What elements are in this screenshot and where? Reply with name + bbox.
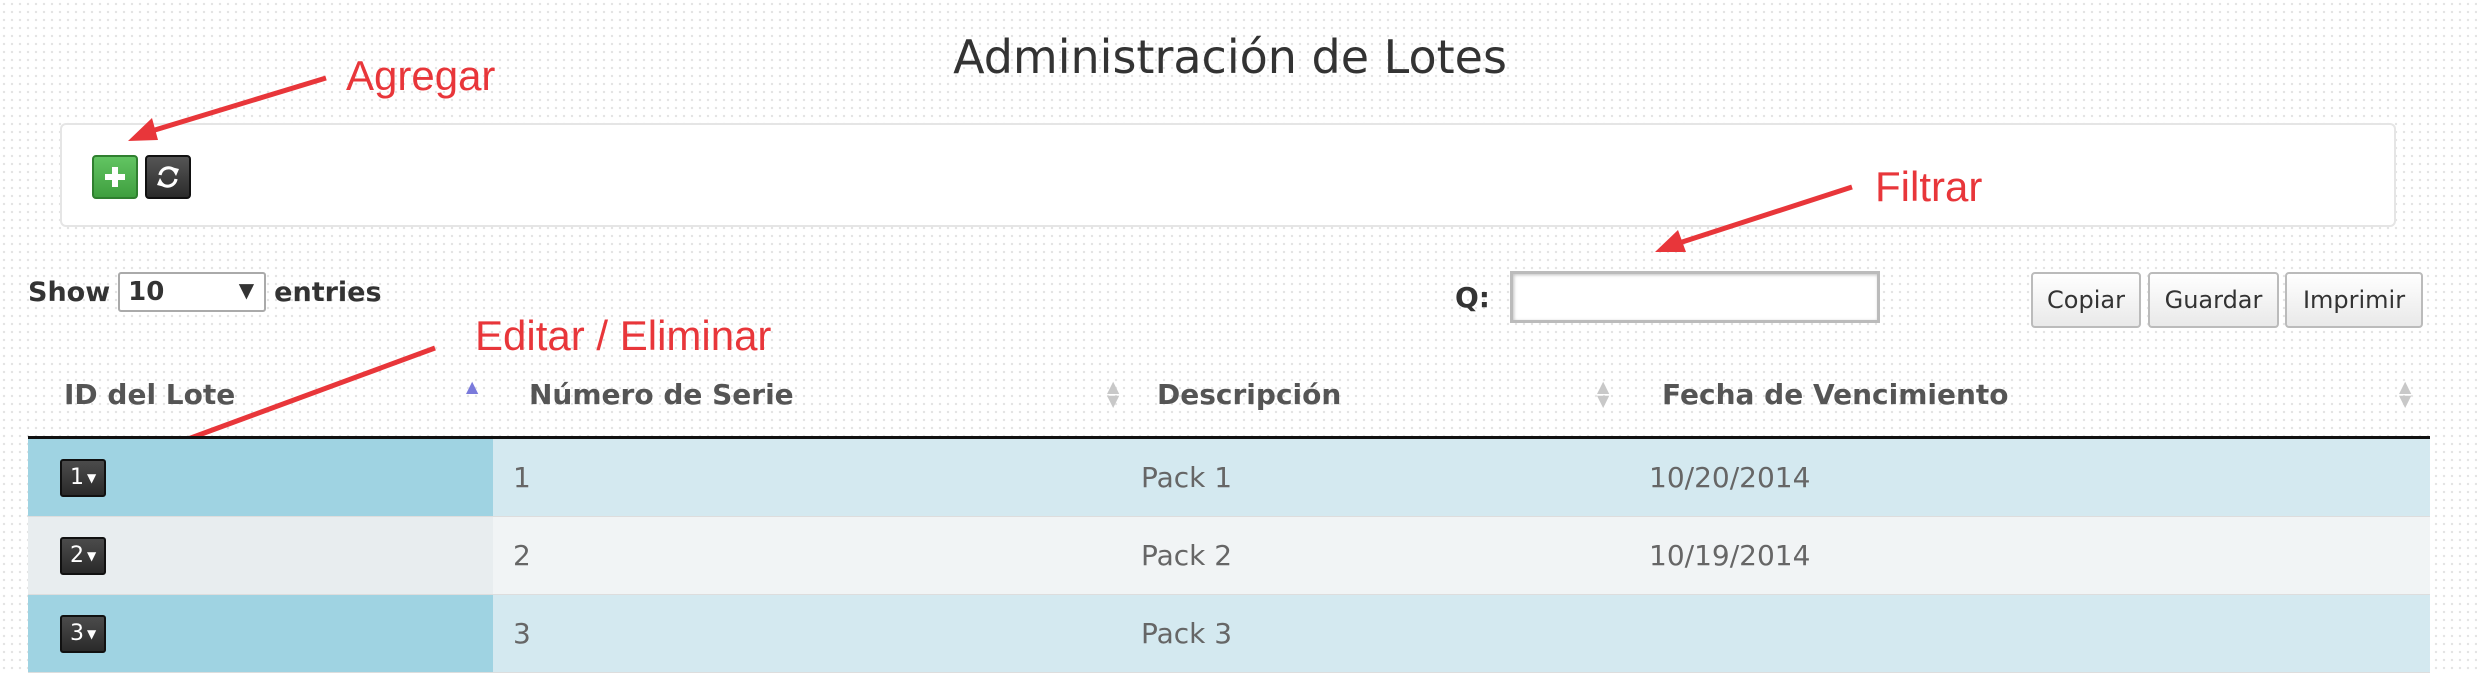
search-input[interactable]: [1510, 271, 1880, 323]
annotation-edit: Editar / Eliminar: [475, 312, 772, 359]
chevron-down-icon: ▼: [238, 278, 255, 302]
caret-down-icon: ▼: [87, 470, 97, 485]
sort-both-icon: ▲ ▼: [2399, 377, 2412, 410]
row-id: 3: [70, 621, 84, 647]
caret-down-icon: ▼: [87, 626, 97, 641]
column-label: Fecha de Vencimiento: [1662, 378, 2009, 411]
toolbar: [60, 123, 2396, 227]
column-label: Descripción: [1157, 378, 1342, 411]
table-row: 1 ▼ 1 Pack 1 10/20/2014: [28, 437, 2430, 517]
cell-id: 2 ▼: [28, 516, 493, 595]
sort-asc-icon: ▲: [466, 377, 479, 396]
descripcion-value: Pack 1: [1141, 461, 1233, 494]
fecha-value: 10/20/2014: [1649, 461, 1811, 494]
annotation-filter: Filtrar: [1875, 163, 1983, 210]
refresh-icon: [157, 166, 179, 188]
cell-serie: 3: [493, 594, 1135, 673]
copy-button[interactable]: Copiar: [2031, 272, 2141, 328]
cell-fecha: 10/19/2014: [1629, 516, 2430, 595]
print-button[interactable]: Imprimir: [2285, 272, 2423, 328]
row-actions-button[interactable]: 1 ▼: [60, 458, 107, 497]
column-header-id[interactable]: ID del Lote ▲: [28, 368, 493, 439]
row-id: 2: [70, 543, 84, 569]
descripcion-value: Pack 3: [1141, 617, 1233, 650]
entries-label: entries: [274, 276, 382, 308]
refresh-button[interactable]: [145, 155, 191, 199]
search-control: Q:: [1455, 270, 1880, 324]
save-button[interactable]: Guardar: [2148, 272, 2279, 328]
cell-id: 3 ▼: [28, 594, 493, 673]
cell-fecha: 10/20/2014: [1629, 437, 2430, 517]
serie-value: 2: [513, 539, 531, 572]
cell-descripcion: Pack 2: [1135, 516, 1629, 595]
caret-down-icon: ▼: [87, 548, 97, 563]
plus-icon: [105, 167, 125, 187]
cell-serie: 1: [493, 437, 1135, 517]
cell-descripcion: Pack 1: [1135, 437, 1629, 517]
row-id: 1: [70, 465, 84, 491]
show-label: Show: [28, 276, 111, 308]
column-label: Número de Serie: [529, 378, 794, 411]
cell-descripcion: Pack 3: [1135, 594, 1629, 673]
serie-value: 3: [513, 617, 531, 650]
column-header-descripcion[interactable]: Descripción ▲ ▼: [1135, 368, 1629, 439]
column-header-fecha[interactable]: Fecha de Vencimiento ▲ ▼: [1629, 368, 2430, 439]
column-header-serie[interactable]: Número de Serie ▲ ▼: [493, 368, 1135, 439]
sort-both-icon: ▲ ▼: [1597, 377, 1610, 410]
cell-fecha: [1629, 594, 2430, 673]
fecha-value: 10/19/2014: [1649, 539, 1811, 572]
page-length-select[interactable]: 10 ▼: [118, 272, 267, 312]
sort-both-icon: ▲ ▼: [1107, 377, 1120, 410]
table-row: 2 ▼ 2 Pack 2 10/19/2014: [28, 516, 2430, 595]
row-actions-button[interactable]: 2 ▼: [60, 536, 107, 575]
add-button[interactable]: [92, 155, 138, 199]
descripcion-value: Pack 2: [1141, 539, 1233, 572]
page-length-value: 10: [128, 277, 165, 307]
table-row: 3 ▼ 3 Pack 3: [28, 594, 2430, 673]
table-header-row: ID del Lote ▲ Número de Serie ▲ ▼ Descrip…: [28, 368, 2430, 439]
row-actions-button[interactable]: 3 ▼: [60, 614, 107, 653]
search-label: Q:: [1455, 280, 1490, 314]
annotation-add: Agregar: [346, 52, 496, 99]
lots-table: ID del Lote ▲ Número de Serie ▲ ▼ Descrip…: [28, 368, 2430, 673]
serie-value: 1: [513, 461, 531, 494]
column-label: ID del Lote: [64, 378, 236, 411]
page-length-control: Show 10 ▼ entries: [28, 271, 382, 313]
cell-serie: 2: [493, 516, 1135, 595]
cell-id: 1 ▼: [28, 437, 493, 517]
